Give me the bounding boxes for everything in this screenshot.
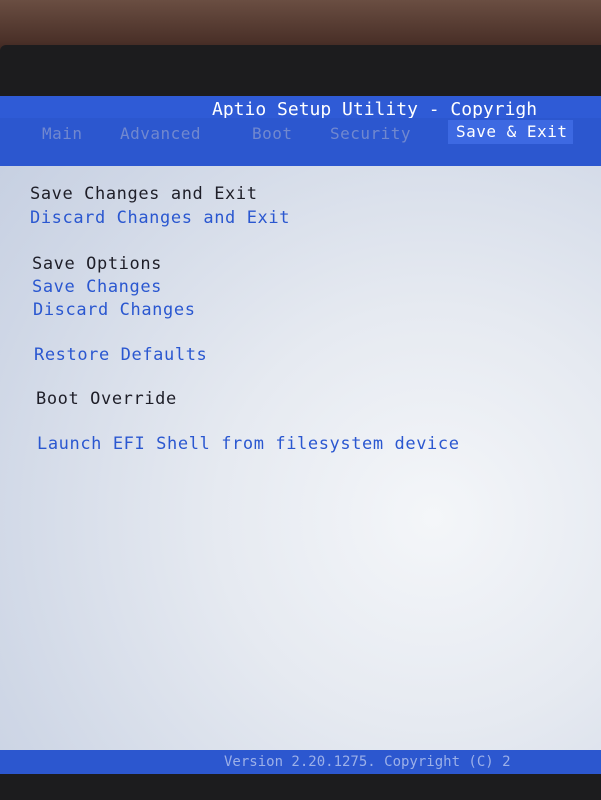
restore-defaults-item[interactable]: Restore Defaults	[34, 345, 207, 365]
save-changes-and-exit-item[interactable]: Save Changes and Exit	[30, 184, 258, 204]
tab-boot[interactable]: Boot	[252, 124, 293, 143]
version-bar: Version 2.20.1275. Copyright (C) 2	[0, 750, 601, 774]
save-options-heading: Save Options	[32, 254, 163, 274]
discard-changes-and-exit-item[interactable]: Discard Changes and Exit	[30, 208, 290, 228]
tab-save-exit[interactable]: Save & Exit	[448, 120, 574, 144]
tab-main[interactable]: Main	[42, 124, 83, 143]
tab-security[interactable]: Security	[330, 124, 411, 143]
discard-changes-item[interactable]: Discard Changes	[33, 300, 196, 320]
bios-screen: Aptio Setup Utility - Copyrigh Main Adva…	[0, 96, 601, 776]
monitor-bottom-bezel	[0, 774, 601, 800]
save-changes-item[interactable]: Save Changes	[32, 277, 162, 297]
tab-bar: Main Advanced Boot Security Save & Exit	[0, 118, 601, 166]
tab-advanced[interactable]: Advanced	[120, 124, 201, 143]
boot-override-heading: Boot Override	[36, 389, 177, 409]
title-bar: Aptio Setup Utility - Copyrigh	[0, 96, 601, 120]
version-text: Version 2.20.1275. Copyright (C) 2	[224, 754, 511, 770]
launch-efi-shell-item[interactable]: Launch EFI Shell from filesystem device	[37, 434, 460, 454]
